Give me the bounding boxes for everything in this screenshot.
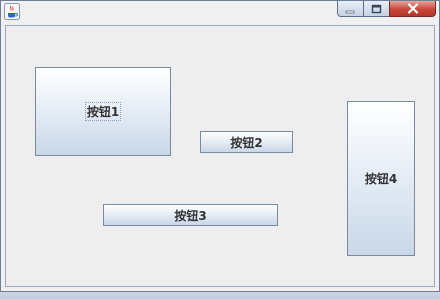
maximize-icon [371, 0, 382, 18]
desktop: 按钮1 按钮2 按钮3 按钮4 [0, 0, 440, 299]
content-pane: 按钮1 按钮2 按钮3 按钮4 [5, 25, 435, 287]
button-1-label: 按钮1 [84, 102, 122, 121]
app-window: 按钮1 按钮2 按钮3 按钮4 [0, 0, 440, 292]
minimize-icon [345, 0, 356, 18]
maximize-button[interactable] [363, 1, 390, 17]
button-3-label: 按钮3 [174, 208, 207, 223]
minimize-button[interactable] [337, 1, 364, 17]
button-2[interactable]: 按钮2 [200, 131, 293, 153]
button-2-label: 按钮2 [230, 135, 263, 150]
button-1[interactable]: 按钮1 [35, 67, 171, 156]
button-3[interactable]: 按钮3 [103, 204, 278, 226]
title-bar[interactable] [1, 1, 439, 23]
close-icon [407, 0, 419, 18]
java-coffee-icon [4, 3, 20, 20]
close-button[interactable] [389, 1, 436, 17]
button-4-label: 按钮4 [364, 172, 398, 186]
button-4[interactable]: 按钮4 [347, 101, 415, 256]
